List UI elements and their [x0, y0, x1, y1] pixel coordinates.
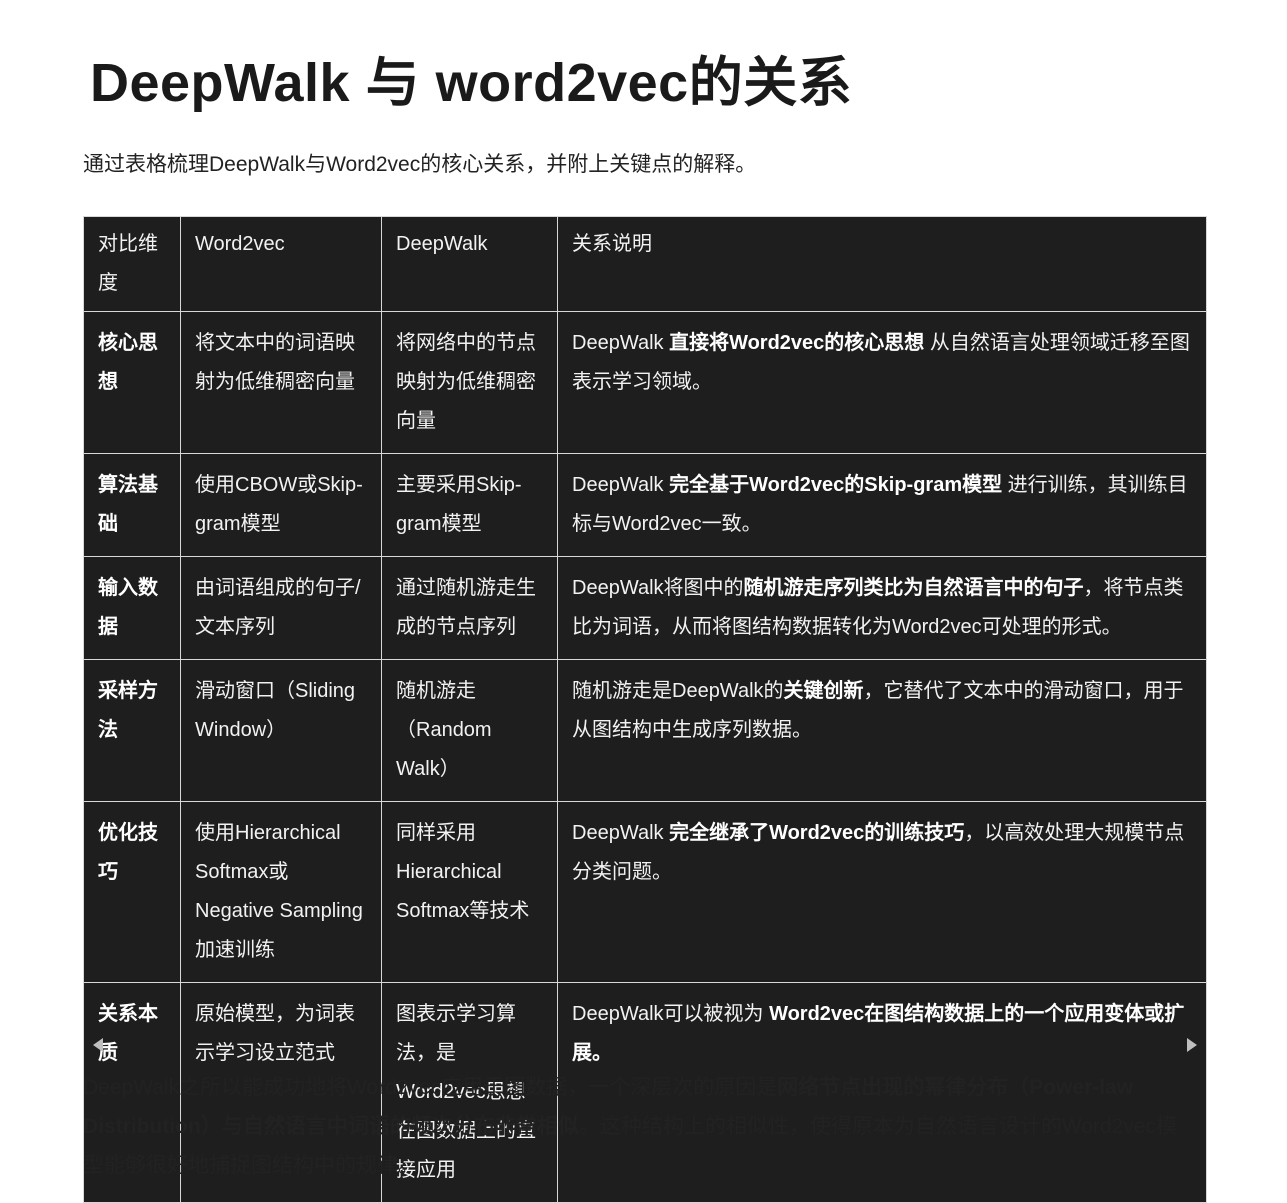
table-header-row: 对比维度 Word2vec DeepWalk 关系说明 [83, 216, 1207, 312]
cell-deepwalk: 将网络中的节点映射为低维稠密向量 [381, 311, 558, 454]
table-row: 输入数据 由词语组成的句子/文本序列 通过随机游走生成的节点序列 DeepWalk将图… [83, 556, 1207, 660]
relation-emphasis: 完全基于Word2vec的Skip-gram模型 [669, 474, 1003, 496]
relation-text: DeepWalk可以被视为 [572, 1003, 770, 1025]
cell-dimension: 核心思想 [83, 311, 181, 454]
relation-emphasis: 关键创新 [783, 680, 864, 702]
cell-dimension: 优化技巧 [83, 801, 181, 983]
cell-deepwalk: 随机游走（Random Walk） [381, 659, 558, 802]
cell-dimension: 算法基础 [83, 453, 181, 557]
cell-deepwalk: 同样采用Hierarchical Softmax等技术 [381, 801, 558, 983]
relation-text: DeepWalk将图中的 [572, 577, 744, 599]
relation-text: DeepWalk [572, 822, 670, 844]
relation-emphasis: 完全继承了Word2vec的训练技巧 [669, 822, 965, 844]
cell-relation: DeepWalk将图中的随机游走序列类比为自然语言中的句子，将节点类比为词语，从… [557, 556, 1207, 660]
intro-paragraph: 通过表格梳理DeepWalk与Word2vec的核心关系，并附上关键点的解释。 [83, 153, 757, 176]
dimension-label: 算法基础 [98, 474, 158, 535]
table-row: 算法基础 使用CBOW或Skip-gram模型 主要采用Skip-gram模型 Dee… [83, 453, 1207, 557]
table-horizontal-scrollbar[interactable] [83, 1036, 1207, 1056]
scroll-left-arrow-icon[interactable] [93, 1038, 103, 1052]
outro-paragraph: DeepWalk之所以能成功地将Word2vec应用于图数据，一个深层次的原因是… [83, 1068, 1193, 1185]
cell-relation: DeepWalk 直接将Word2vec的核心思想 从自然语言处理领域迁移至图表… [557, 311, 1207, 454]
dimension-label: 输入数据 [98, 577, 158, 638]
cell-word2vec: 滑动窗口（Sliding Window） [180, 659, 382, 802]
header-cell-relation: 关系说明 [557, 216, 1207, 312]
table-row: 优化技巧 使用Hierarchical Softmax或Negative Samp… [83, 801, 1207, 983]
cell-word2vec: 由词语组成的句子/文本序列 [180, 556, 382, 660]
table-row: 核心思想 将文本中的词语映射为低维稠密向量 将网络中的节点映射为低维稠密向量 Deep… [83, 311, 1207, 454]
cell-word2vec: 使用CBOW或Skip-gram模型 [180, 453, 382, 557]
dimension-label: 核心思想 [98, 332, 158, 393]
relation-text: DeepWalk [572, 332, 670, 354]
cell-relation: DeepWalk 完全基于Word2vec的Skip-gram模型 进行训练，其… [557, 453, 1207, 557]
cell-dimension: 采样方法 [83, 659, 181, 802]
cell-dimension: 输入数据 [83, 556, 181, 660]
dimension-label: 采样方法 [98, 680, 158, 741]
relation-text: DeepWalk [572, 474, 670, 496]
dimension-label: 优化技巧 [98, 822, 158, 883]
cell-relation: 随机游走是DeepWalk的关键创新，它替代了文本中的滑动窗口，用于从图结构中生… [557, 659, 1207, 802]
scroll-right-arrow-icon[interactable] [1187, 1038, 1197, 1052]
header-cell-dimension: 对比维度 [83, 216, 181, 312]
table-row: 采样方法 滑动窗口（Sliding Window） 随机游走（Random Walk… [83, 659, 1207, 802]
header-cell-deepwalk: DeepWalk [381, 216, 558, 312]
outro-text: DeepWalk之所以能成功地将Word2vec应用于图数据，一个深层次的原因是 [83, 1076, 778, 1099]
relation-emphasis: 直接将Word2vec的核心思想 [669, 332, 925, 354]
page-title: DeepWalk 与 word2vec的关系 [90, 53, 853, 113]
cell-deepwalk: 主要采用Skip-gram模型 [381, 453, 558, 557]
relation-emphasis: 随机游走序列类比为自然语言中的句子 [743, 577, 1084, 599]
cell-word2vec: 将文本中的词语映射为低维稠密向量 [180, 311, 382, 454]
header-cell-word2vec: Word2vec [180, 216, 382, 312]
relation-text: 随机游走是DeepWalk的 [572, 680, 784, 702]
cell-relation: DeepWalk 完全继承了Word2vec的训练技巧，以高效处理大规模节点分类… [557, 801, 1207, 983]
cell-deepwalk: 通过随机游走生成的节点序列 [381, 556, 558, 660]
cell-word2vec: 使用Hierarchical Softmax或Negative Sampling… [180, 801, 382, 983]
